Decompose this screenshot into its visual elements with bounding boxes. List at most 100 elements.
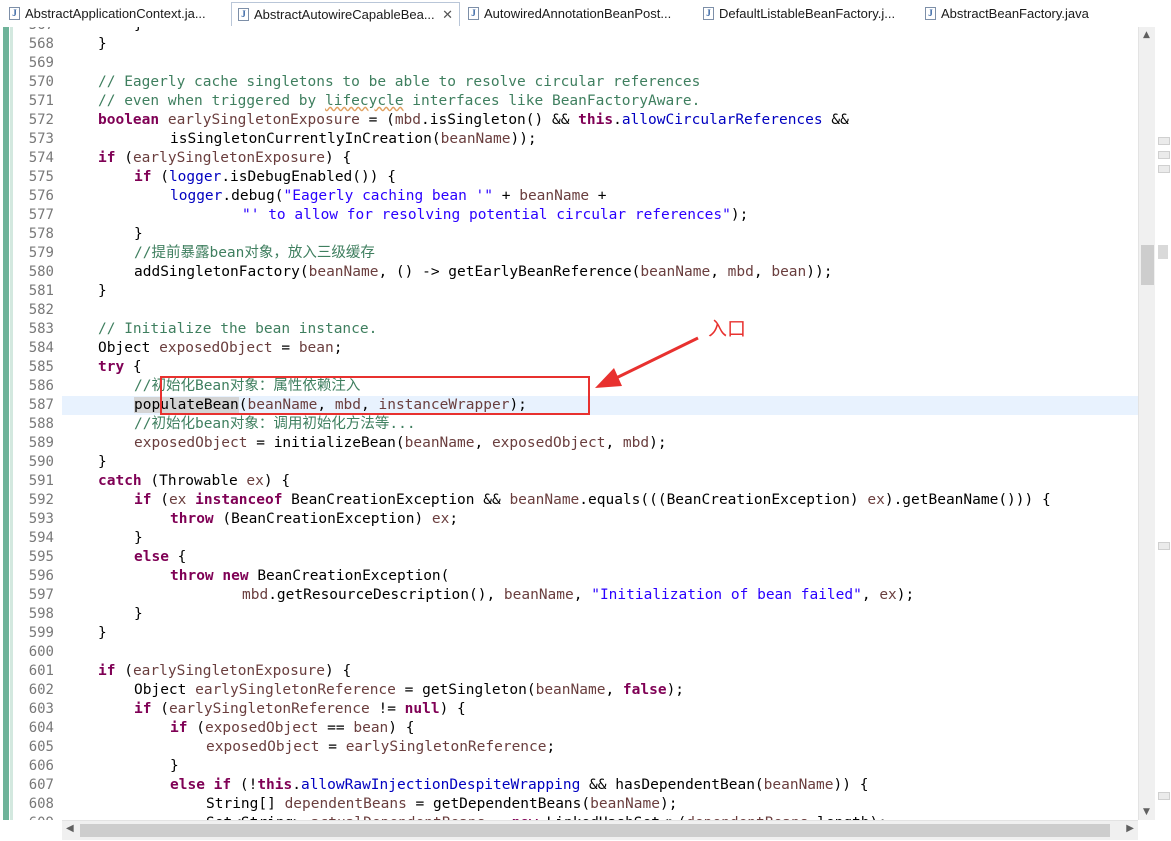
code-token: ); bbox=[666, 682, 685, 698]
code-token: .getResourceDescription(), bbox=[268, 587, 504, 603]
line-number: 571 bbox=[28, 93, 54, 109]
code-token: exposedObject bbox=[204, 720, 319, 736]
overview-marker[interactable] bbox=[1158, 542, 1170, 550]
line-number: 596 bbox=[28, 568, 54, 584]
line-number: 577 bbox=[28, 207, 54, 223]
code-token: beanName bbox=[509, 492, 580, 508]
line-number: 605 bbox=[28, 739, 54, 755]
code-token: BeanCreationException && bbox=[282, 492, 510, 508]
line-number: 598 bbox=[28, 606, 54, 622]
code-token: "' to allow for resolving potential circ… bbox=[242, 207, 731, 223]
code-line: // even when triggered by lifecycle inte… bbox=[98, 92, 700, 111]
line-number: 590 bbox=[28, 454, 54, 470]
tab-label: DefaultListableBeanFactory.j... bbox=[719, 6, 896, 21]
horizontal-scrollbar[interactable]: ◀ ▶ bbox=[62, 820, 1138, 840]
code-token: } bbox=[98, 36, 107, 52]
scroll-left-icon[interactable]: ◀ bbox=[66, 823, 74, 834]
code-token: ( bbox=[151, 701, 169, 717]
code-line: throw new BeanCreationException( bbox=[170, 567, 449, 586]
code-token: ) { bbox=[388, 720, 415, 736]
code-token: logger bbox=[168, 169, 222, 185]
code-token: ex bbox=[867, 492, 885, 508]
code-token: . bbox=[292, 777, 301, 793]
code-token: allowRawInjectionDespiteWrapping bbox=[300, 777, 581, 793]
tab-abstract-autowire-capable-bean-factory[interactable]: J AbstractAutowireCapableBea... ✕ bbox=[231, 2, 460, 26]
code-token: . bbox=[613, 112, 622, 128]
code-area[interactable]: }} // Eagerly cache singletons to be able… bbox=[62, 27, 1138, 820]
code-token: lifecycle bbox=[324, 93, 404, 109]
editor-tab-bar: J AbstractApplicationContext.ja... J Abs… bbox=[0, 0, 1171, 28]
code-line: if (ex instanceof BeanCreationException … bbox=[134, 491, 1051, 510]
code-line: isSingletonCurrentlyInCreation(beanName)… bbox=[170, 130, 537, 149]
overview-marker[interactable] bbox=[1158, 165, 1170, 173]
line-number: 585 bbox=[28, 359, 54, 375]
line-number: 604 bbox=[28, 720, 54, 736]
tab-abstract-bean-factory[interactable]: J AbstractBeanFactory.java bbox=[919, 2, 1119, 26]
code-line: if (earlySingletonExposure) { bbox=[98, 662, 351, 681]
overview-marker[interactable] bbox=[1158, 792, 1170, 800]
tab-abstract-application-context[interactable]: J AbstractApplicationContext.ja... bbox=[3, 2, 229, 26]
java-file-icon: J bbox=[468, 7, 479, 20]
code-line: // Eagerly cache singletons to be able t… bbox=[98, 73, 700, 92]
code-token: dependentBeans bbox=[284, 796, 407, 812]
line-number: 593 bbox=[28, 511, 54, 527]
code-token: throw bbox=[170, 568, 214, 584]
code-token: String[] bbox=[206, 796, 285, 812]
code-token: ) { bbox=[439, 701, 466, 717]
tab-label: AutowiredAnnotationBeanPost... bbox=[484, 6, 672, 21]
line-number: 603 bbox=[28, 701, 54, 717]
code-token: "Eagerly caching bean '" bbox=[283, 188, 494, 204]
code-line: logger.debug("Eagerly caching bean '" + … bbox=[170, 187, 607, 206]
tab-autowired-annotation-bean-post-processor[interactable]: J AutowiredAnnotationBeanPost... bbox=[462, 2, 694, 26]
tab-label: AbstractAutowireCapableBea... bbox=[254, 7, 435, 22]
code-token: ; bbox=[449, 511, 459, 527]
code-editor[interactable]: 567568 569 570 571 572 573 574 575 576 577 578 579 5… bbox=[0, 27, 1171, 820]
code-token: , bbox=[753, 264, 772, 280]
horizontal-scroll-thumb[interactable] bbox=[80, 824, 1110, 837]
line-number: 602 bbox=[28, 682, 54, 698]
overview-marker[interactable] bbox=[1158, 245, 1168, 259]
code-token: , bbox=[573, 587, 592, 603]
code-line: catch (Throwable ex) { bbox=[98, 472, 290, 491]
line-number: 584 bbox=[28, 340, 54, 356]
line-number: 597 bbox=[28, 587, 54, 603]
code-token: Object bbox=[98, 340, 160, 356]
code-token: mbd bbox=[727, 264, 754, 280]
scroll-right-icon[interactable]: ▶ bbox=[1126, 823, 1134, 834]
tab-label: AbstractApplicationContext.ja... bbox=[25, 6, 206, 21]
annotation-label: 入口 bbox=[708, 318, 747, 340]
code-line: addSingletonFactory(beanName, () -> getE… bbox=[134, 263, 832, 282]
code-token: beanName bbox=[308, 264, 379, 280]
code-line: throw (BeanCreationException) ex; bbox=[170, 510, 458, 529]
scroll-up-icon[interactable]: ▲ bbox=[1143, 30, 1150, 40]
code-token: if bbox=[134, 492, 152, 508]
scroll-down-icon[interactable]: ▼ bbox=[1143, 807, 1150, 817]
code-token: (Throwable bbox=[141, 473, 247, 489]
code-token: ) { bbox=[325, 663, 352, 679]
code-token: earlySingletonReference bbox=[345, 739, 547, 755]
code-token: { bbox=[168, 549, 187, 565]
overview-marker[interactable] bbox=[1158, 151, 1170, 159]
overview-marker[interactable] bbox=[1158, 137, 1170, 145]
code-token: + bbox=[493, 188, 520, 204]
code-token: beanName bbox=[440, 131, 511, 147]
code-line: exposedObject = initializeBean(beanName,… bbox=[134, 434, 667, 453]
overview-ruler[interactable] bbox=[1155, 27, 1171, 820]
code-line: mbd.getResourceDescription(), beanName, … bbox=[242, 586, 914, 605]
code-token: Object bbox=[134, 682, 196, 698]
line-number: 582 bbox=[28, 302, 54, 318]
java-file-icon: J bbox=[925, 7, 936, 20]
vertical-scroll-thumb[interactable] bbox=[1141, 245, 1154, 285]
code-token: earlySingletonReference bbox=[195, 682, 396, 698]
code-token: allowCircularReferences bbox=[621, 112, 823, 128]
code-line: exposedObject = earlySingletonReference; bbox=[206, 738, 555, 757]
code-token: catch bbox=[98, 473, 142, 489]
line-number: 592 bbox=[28, 492, 54, 508]
vertical-scrollbar[interactable]: ▲ ▼ bbox=[1138, 27, 1156, 820]
tab-default-listable-bean-factory[interactable]: J DefaultListableBeanFactory.j... bbox=[697, 2, 917, 26]
code-token: if bbox=[134, 169, 152, 185]
code-token: earlySingletonExposure bbox=[132, 150, 325, 166]
close-tab-icon[interactable]: ✕ bbox=[442, 3, 453, 26]
code-token: , bbox=[605, 435, 623, 451]
